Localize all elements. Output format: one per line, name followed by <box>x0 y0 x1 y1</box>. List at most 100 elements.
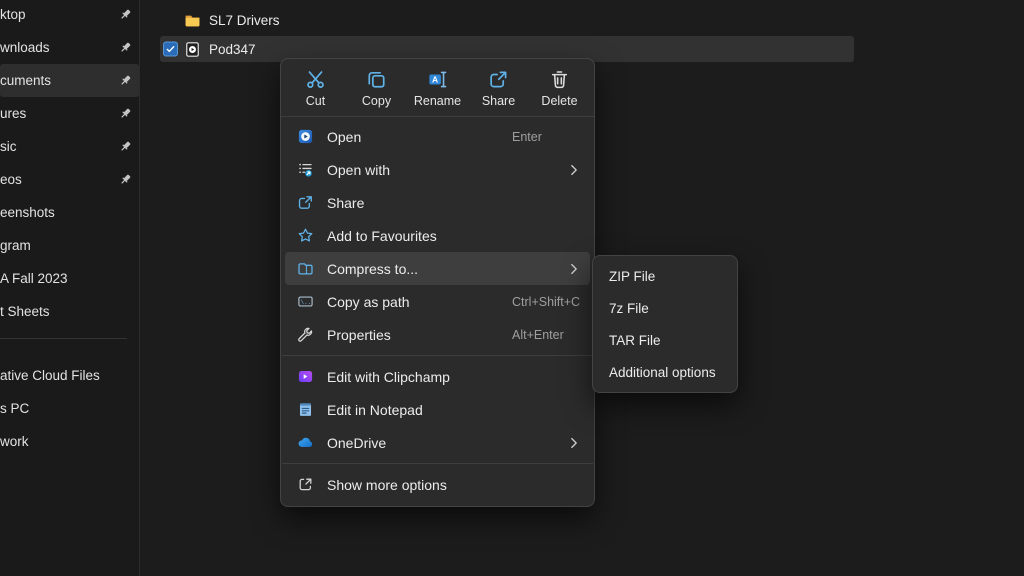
menu-item-label: Add to Favourites <box>327 228 437 244</box>
share-icon <box>488 69 509 90</box>
menu-item-share[interactable]: Share <box>285 186 590 219</box>
pin-icon <box>118 106 133 121</box>
sidebar-item-gram[interactable]: gram <box>0 229 139 262</box>
sidebar-item-label: ktop <box>0 7 26 22</box>
menu-divider <box>282 355 593 356</box>
sidebar-item-ures[interactable]: ures <box>0 97 139 130</box>
menu-item-compress-to[interactable]: Compress to... <box>285 252 590 285</box>
sidebar-item-label: t Sheets <box>0 304 50 319</box>
quick-action-label: Cut <box>306 94 325 108</box>
context-menu-items: Open Enter Open with Share Add to Favourites… <box>281 117 594 506</box>
sidebar-item-label: eos <box>0 172 22 187</box>
sidebar-item-wnloads[interactable]: wnloads <box>0 31 139 64</box>
submenu-item-tar-file[interactable]: TAR File <box>597 324 733 356</box>
sidebar-item-label: s PC <box>0 401 29 416</box>
sidebar-item-label: wnloads <box>0 40 50 55</box>
sidebar-item-eos[interactable]: eos <box>0 163 139 196</box>
submenu-item-label: Additional options <box>609 365 716 380</box>
submenu-item-additional-options[interactable]: Additional options <box>597 356 733 388</box>
sidebar-item-t-sheets[interactable]: t Sheets <box>0 295 139 328</box>
file-name: Pod347 <box>209 42 256 57</box>
chevron-right-icon <box>567 262 581 276</box>
pin-icon <box>118 73 133 88</box>
star-icon <box>297 227 314 244</box>
menu-item-label: Open <box>327 129 361 145</box>
menu-item-edit-in-notepad[interactable]: Edit in Notepad <box>285 393 590 426</box>
menu-item-label: Edit with Clipchamp <box>327 369 450 385</box>
menu-item-shortcut: Enter <box>512 130 542 144</box>
menu-item-label: Copy as path <box>327 294 410 310</box>
menu-item-properties[interactable]: Properties Alt+Enter <box>285 318 590 351</box>
chevron-right-icon <box>567 163 581 177</box>
pin-icon <box>118 40 133 55</box>
navigation-sidebar: ktop wnloads cuments ures sic eos eenshotsgram… <box>0 0 140 576</box>
menu-item-label: Properties <box>327 327 391 343</box>
submenu-item-7z-file[interactable]: 7z File <box>597 292 733 324</box>
sidebar-item-eenshots[interactable]: eenshots <box>0 196 139 229</box>
share-button[interactable]: Share <box>468 67 529 110</box>
sidebar-item-sic[interactable]: sic <box>0 130 139 163</box>
submenu-item-label: TAR File <box>609 333 661 348</box>
sidebar-item-label: cuments <box>0 73 51 88</box>
zip-folder-icon <box>297 260 314 277</box>
submenu-item-label: ZIP File <box>609 269 655 284</box>
menu-item-label: Open with <box>327 162 390 178</box>
quick-action-label: Share <box>482 94 515 108</box>
menu-item-add-to-favourites[interactable]: Add to Favourites <box>285 219 590 252</box>
context-menu: CutCopyARenameShareDelete OpenEnterOpen … <box>280 58 595 507</box>
file-explorer-window: ktop wnloads cuments ures sic eos eenshotsgram… <box>0 0 1024 576</box>
sidebar-item-work[interactable]: work <box>0 425 139 458</box>
rename-icon: A <box>427 69 448 90</box>
copy-button[interactable]: Copy <box>346 67 407 110</box>
delete-button[interactable]: Delete <box>529 67 590 110</box>
cut-button[interactable]: Cut <box>285 67 346 110</box>
menu-item-label: Share <box>327 195 364 211</box>
onedrive-cloud-icon <box>297 434 314 451</box>
sidebar-item-a-fall-2023[interactable]: A Fall 2023 <box>0 262 139 295</box>
selected-checkbox[interactable] <box>163 42 178 57</box>
share-icon <box>297 194 314 211</box>
sidebar-item-label: sic <box>0 139 17 154</box>
sidebar-item-ktop[interactable]: ktop <box>0 0 139 31</box>
pin-icon <box>118 139 133 154</box>
notepad-icon <box>297 401 314 418</box>
menu-item-edit-with-clipchamp[interactable]: Edit with Clipchamp <box>285 360 590 393</box>
compress-to-submenu: ZIP File 7z File TAR File Additional option… <box>592 255 738 393</box>
menu-item-open[interactable]: Open Enter <box>285 120 590 153</box>
pin-icon <box>118 7 133 22</box>
sidebar-item-label: ures <box>0 106 26 121</box>
file-name: SL7 Drivers <box>209 13 280 28</box>
quick-action-label: Delete <box>541 94 577 108</box>
menu-item-onedrive[interactable]: OneDrive <box>285 426 590 459</box>
submenu-item-label: 7z File <box>609 301 649 316</box>
media-play-icon <box>297 128 314 145</box>
menu-item-open-with[interactable]: Open with <box>285 153 590 186</box>
scissors-icon <box>305 69 326 90</box>
clipchamp-icon <box>297 368 314 385</box>
menu-item-label: Edit in Notepad <box>327 402 423 418</box>
pin-icon <box>118 172 133 187</box>
folder-icon <box>184 12 201 29</box>
sidebar-item-cuments[interactable]: cuments <box>0 64 139 97</box>
quick-action-label: Rename <box>414 94 461 108</box>
copy-icon <box>366 69 387 90</box>
file-row-sl7-drivers[interactable]: SL7 Drivers <box>160 7 854 34</box>
rename-button[interactable]: A Rename <box>407 67 468 110</box>
sidebar-item-label: ative Cloud Files <box>0 368 100 383</box>
sidebar-item-ative-cloud-files[interactable]: ative Cloud Files <box>0 359 139 392</box>
sidebar-item-label: work <box>0 434 29 449</box>
menu-item-copy-as-path[interactable]: \..Copy as pathCtrl+Shift+C <box>285 285 590 318</box>
submenu-item-zip-file[interactable]: ZIP File <box>597 260 733 292</box>
check-icon <box>165 44 176 55</box>
svg-text:\..: \.. <box>301 299 312 306</box>
media-file-icon <box>184 41 201 58</box>
menu-item-shortcut: Alt+Enter <box>512 328 564 342</box>
file-list: SL7 Drivers Pod347 <box>160 7 854 64</box>
menu-item-label: Show more options <box>327 477 447 493</box>
sidebar-item-label: A Fall 2023 <box>0 271 68 286</box>
menu-item-show-more-options[interactable]: Show more options <box>285 468 590 501</box>
context-menu-quick-actions: Cut Copy A Rename Share Delete <box>281 59 594 116</box>
sidebar-item-s-pc[interactable]: s PC <box>0 392 139 425</box>
svg-text:A: A <box>432 75 438 85</box>
sidebar-lower-list: ative Cloud Files s PC work <box>0 337 139 458</box>
